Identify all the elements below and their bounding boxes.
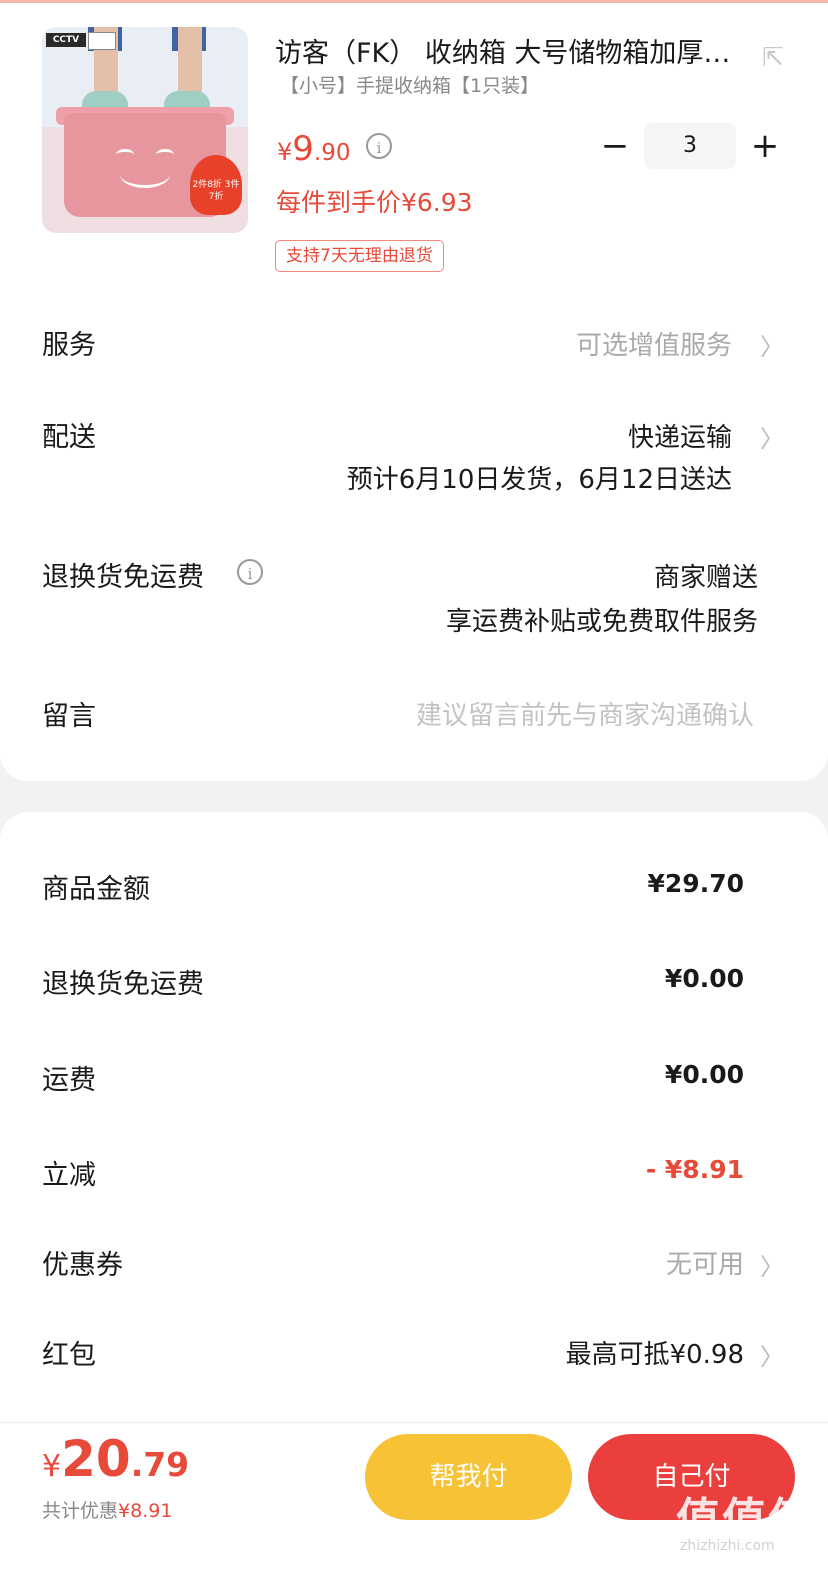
return-shipping-label: 退换货免运费 bbox=[42, 562, 204, 593]
delivery-value[interactable]: 快递运输 bbox=[628, 417, 732, 454]
instant-discount-value: - ¥8.91 bbox=[645, 1155, 744, 1184]
price-decimal: .90 bbox=[313, 140, 351, 166]
unit-price-label: 每件到手价¥6.93 bbox=[276, 188, 473, 217]
message-label: 留言 bbox=[42, 701, 96, 732]
smile-mouth bbox=[120, 161, 170, 188]
goods-amount-label: 商品金额 bbox=[42, 874, 150, 905]
delivery-label: 配送 bbox=[42, 422, 96, 453]
product-title[interactable]: 访客（FK） 收纳箱 大号储物箱加厚… bbox=[275, 31, 765, 70]
coupon-value[interactable]: 无可用 bbox=[666, 1244, 744, 1281]
total-currency: ¥ bbox=[42, 1449, 62, 1484]
watermark-url: zhizhizhi.com bbox=[680, 1538, 775, 1554]
smile-eye-left bbox=[116, 149, 134, 160]
red-packet-label: 红包 bbox=[42, 1340, 96, 1371]
goods-amount-value: ¥29.70 bbox=[647, 869, 744, 898]
total-savings-label: 共计优惠 bbox=[42, 1500, 119, 1522]
smile-eye-right bbox=[156, 149, 174, 160]
delivery-chevron-icon[interactable]: 〉 bbox=[760, 419, 784, 454]
price-integer: 9 bbox=[292, 129, 314, 169]
quantity-minus-button[interactable]: − bbox=[598, 125, 632, 167]
service-value[interactable]: 可选增值服务 bbox=[576, 325, 732, 362]
return-fee-value: ¥0.00 bbox=[664, 964, 744, 993]
shipping-fee-label: 运费 bbox=[42, 1065, 96, 1096]
total-savings: 共计优惠¥8.91 bbox=[42, 1496, 172, 1523]
return-shipping-value: 商家赠送 bbox=[653, 563, 758, 593]
product-sku[interactable]: 【小号】手提收纳箱【1只装】 bbox=[280, 71, 539, 98]
delivery-eta: 预计6月10日发货，6月12日送达 bbox=[346, 465, 732, 495]
message-field[interactable]: 建议留言前先与商家沟通确认 bbox=[416, 695, 754, 732]
share-icon[interactable]: ⇱ bbox=[756, 41, 790, 75]
red-packet-chevron-icon[interactable]: 〉 bbox=[760, 1337, 784, 1372]
instant-discount-label: 立减 bbox=[42, 1160, 96, 1191]
amount-summary-card: 商品金额 ¥29.70 退换货免运费 ¥0.00 运费 ¥0.00 立减 - ¥… bbox=[0, 812, 828, 1422]
price-currency: ¥ bbox=[277, 138, 293, 166]
coupon-chevron-icon[interactable]: 〉 bbox=[760, 1247, 784, 1282]
total-savings-value: ¥8.91 bbox=[118, 1500, 173, 1522]
coupon-label: 优惠券 bbox=[42, 1250, 123, 1281]
quantity-stepper[interactable]: 3 bbox=[644, 123, 736, 169]
promo-fire-badge: 2件8折 3件7折 bbox=[190, 155, 242, 215]
quantity-plus-button[interactable]: + bbox=[748, 125, 782, 167]
brand-sub-badge bbox=[88, 32, 116, 50]
product-price: ¥9.90 bbox=[277, 129, 351, 169]
brand-badge: CCTV bbox=[46, 33, 86, 47]
price-info-icon[interactable]: i bbox=[366, 133, 392, 159]
return-fee-label: 退换货免运费 bbox=[42, 969, 204, 1000]
order-total: ¥20.79 bbox=[42, 1430, 189, 1488]
service-chevron-icon[interactable]: 〉 bbox=[760, 327, 784, 362]
return-shipping-detail: 享运费补贴或免费取件服务 bbox=[445, 607, 758, 637]
service-label: 服务 bbox=[42, 330, 96, 361]
red-packet-value[interactable]: 最高可抵¥0.98 bbox=[566, 1334, 744, 1371]
return-shipping-info-icon[interactable]: i bbox=[237, 559, 263, 585]
shipping-fee-value: ¥0.00 bbox=[664, 1060, 744, 1089]
total-decimal: .79 bbox=[130, 1445, 190, 1484]
return-policy-tag: 支持7天无理由退货 bbox=[275, 240, 444, 272]
product-image[interactable]: CCTV 2件8折 3件7折 bbox=[42, 27, 248, 233]
order-options-card: CCTV 2件8折 3件7折 访客（FK） 收纳箱 大号储物箱加厚… ⇱ 【小号… bbox=[0, 3, 828, 781]
total-integer: 20 bbox=[61, 1430, 131, 1488]
help-me-pay-button[interactable]: 帮我付 bbox=[365, 1434, 572, 1520]
